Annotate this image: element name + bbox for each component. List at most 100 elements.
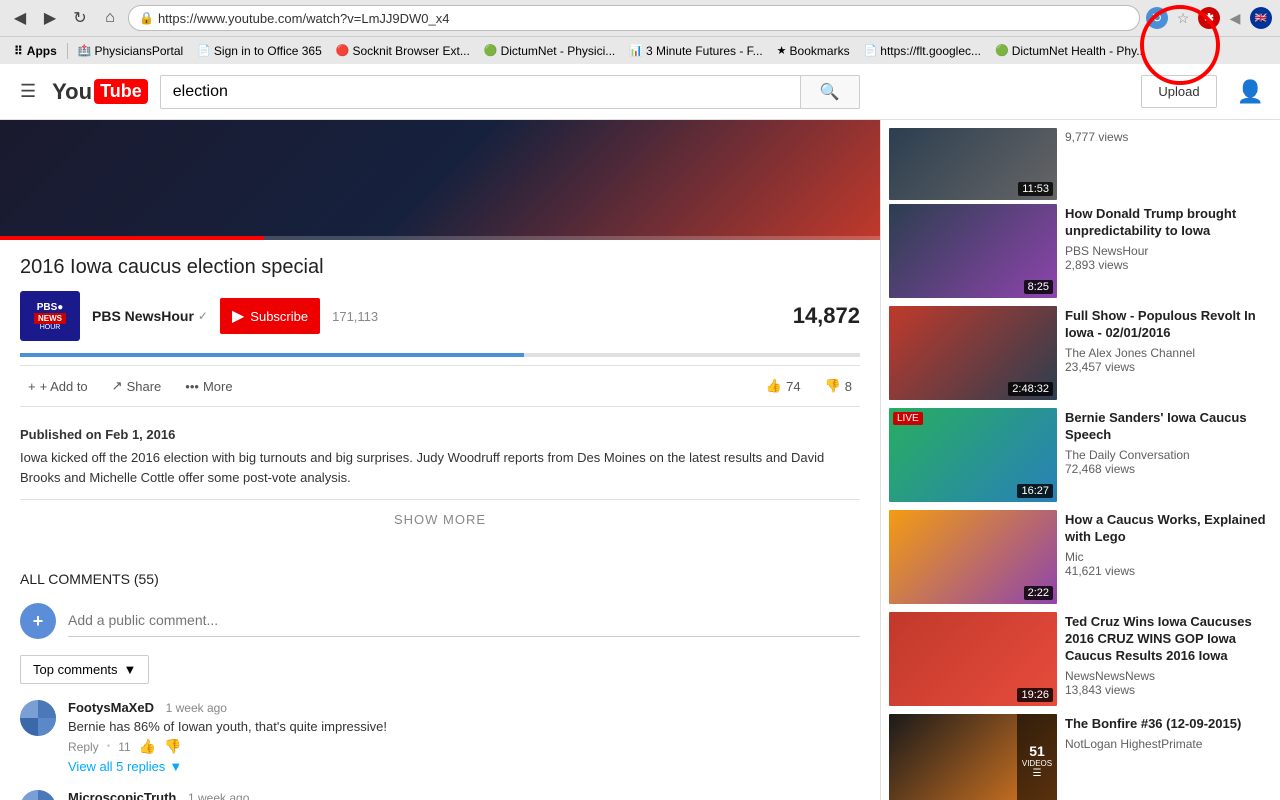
show-more-button[interactable]: SHOW MORE <box>20 499 860 539</box>
bookmark-bookmarks[interactable]: ★ Bookmarks <box>771 42 856 60</box>
sync-icon[interactable]: ↻ <box>1146 7 1168 29</box>
comment-like-count: 11 <box>118 740 130 754</box>
sidebar-views: 41,621 views <box>1065 564 1272 578</box>
sidebar: 11:53 9,777 views 8:25 How Donald Trump … <box>880 120 1280 800</box>
share-button[interactable]: ↗ Share <box>104 374 170 398</box>
comment-username[interactable]: MicroscopicTruth <box>68 790 176 800</box>
video-player[interactable] <box>0 120 880 240</box>
sidebar-video-title: How Donald Trump brought unpredictabilit… <box>1065 206 1272 240</box>
browser-chrome: ◀ ▶ ↻ ⌂ 🔒 https://www.youtube.com/watch?… <box>0 0 1280 64</box>
bookmark-label: 3 Minute Futures - F... <box>646 44 763 58</box>
like-button[interactable]: 👍 74 <box>758 374 809 398</box>
search-input[interactable] <box>160 75 800 109</box>
logo-tube: Tube <box>94 79 148 104</box>
apps-bookmark[interactable]: ⠿ Apps <box>8 42 63 60</box>
channel-info: PBS NewsHour ✓ <box>92 308 208 324</box>
comments-section: ALL COMMENTS (55) + Top comments ▼ <box>0 555 880 800</box>
bookmark-dictumhealth[interactable]: 🟢 DictumNet Health - Phy... <box>989 42 1152 60</box>
star-icon[interactable]: ☆ <box>1172 7 1194 29</box>
reload-button[interactable]: ↻ <box>68 6 92 30</box>
sidebar-video-item[interactable]: 8:25 How Donald Trump brought unpredicta… <box>889 204 1272 298</box>
view-count: 14,872 <box>793 303 860 329</box>
user-icon[interactable]: 👤 <box>1237 79 1264 105</box>
sidebar-channel: The Daily Conversation <box>1065 448 1272 462</box>
upload-button[interactable]: Upload <box>1141 75 1216 108</box>
description-text: Iowa kicked off the 2016 election with b… <box>20 448 860 487</box>
home-button[interactable]: ⌂ <box>98 6 122 30</box>
bookmark-dictumnet[interactable]: 🟢 DictumNet - Physici... <box>478 42 621 60</box>
thumb-duration: 8:25 <box>1024 280 1053 294</box>
bookmark-google[interactable]: 📄 https://flt.googlec... <box>858 42 987 60</box>
sidebar-video-item[interactable]: 11:53 9,777 views <box>889 128 1272 200</box>
bookmark-separator <box>67 43 68 59</box>
bookmark-office365[interactable]: 📄 Sign in to Office 365 <box>191 42 328 60</box>
channel-row: PBS● NEWS HOUR PBS NewsHour ✓ ▶ Subscrib… <box>20 291 860 341</box>
live-badge: LIVE <box>893 412 923 425</box>
extension-icon[interactable]: ✱ <box>1198 7 1220 29</box>
comment-text: Bernie has 86% of Iowan youth, that's qu… <box>68 719 860 734</box>
search-button[interactable]: 🔍 <box>800 75 860 109</box>
sidebar-video-item[interactable]: 2:22 How a Caucus Works, Explained with … <box>889 510 1272 604</box>
youtube-logo[interactable]: You Tube <box>52 79 148 105</box>
sidebar-thumbnail: 19:26 <box>889 612 1057 706</box>
more-button[interactable]: ••• More <box>177 375 240 398</box>
sidebar-video-item[interactable]: LIVE 16:27 Bernie Sanders' Iowa Caucus S… <box>889 408 1272 502</box>
bookmark-socknit[interactable]: 🔴 Socknit Browser Ext... <box>330 42 476 60</box>
view-replies-label: View all 5 replies <box>68 759 165 774</box>
channel-name[interactable]: PBS NewsHour <box>92 308 194 324</box>
video-section: 2016 Iowa caucus election special PBS● N… <box>0 120 880 800</box>
apps-label: Apps <box>27 44 57 58</box>
sidebar-video-info: Full Show - Populous Revolt In Iowa - 02… <box>1065 306 1272 400</box>
flag-icon[interactable]: 🇬🇧 <box>1250 7 1272 29</box>
back-button[interactable]: ◀ <box>8 6 32 30</box>
view-replies-button[interactable]: View all 5 replies ▼ <box>68 759 860 774</box>
search-bar: 🔍 <box>160 75 860 109</box>
avatar-plus-icon: + <box>33 611 44 632</box>
avatar-grid <box>20 790 56 800</box>
bookmark-label: PhysiciansPortal <box>95 44 184 58</box>
comment-username[interactable]: FootysMaXeD <box>68 700 154 715</box>
add-to-label: + Add to <box>40 379 88 394</box>
sort-label: Top comments <box>33 662 118 677</box>
action-dot: • <box>107 741 111 752</box>
more-label: More <box>203 379 233 394</box>
sidebar-views: 9,777 views <box>1065 130 1272 144</box>
sidebar-thumbnail: 51 VIDEOS ☰ <box>889 714 1057 800</box>
bookmark-label: Socknit Browser Ext... <box>352 44 469 58</box>
sidebar-channel: PBS NewsHour <box>1065 244 1272 258</box>
subscribe-button[interactable]: ▶ Subscribe <box>220 298 320 334</box>
dislike-count: 8 <box>845 379 852 394</box>
sidebar-video-item[interactable]: 19:26 Ted Cruz Wins Iowa Caucuses 2016 C… <box>889 612 1272 706</box>
sidebar-video-item[interactable]: 51 VIDEOS ☰ The Bonfire #36 (12-09-2015)… <box>889 714 1272 800</box>
dislike-button[interactable]: 👎 8 <box>817 374 860 398</box>
nav-icon[interactable]: ◀ <box>1224 7 1246 29</box>
bookmark-physicians[interactable]: 🏥 PhysiciansPortal <box>72 42 189 60</box>
chevron-down-icon: ▼ <box>169 759 182 774</box>
channel-logo[interactable]: PBS● NEWS HOUR <box>20 291 80 341</box>
verified-icon: ✓ <box>198 309 208 323</box>
comment-input[interactable] <box>68 603 860 637</box>
address-bar[interactable]: 🔒 https://www.youtube.com/watch?v=LmJJ9D… <box>128 5 1140 31</box>
bookmark-futures[interactable]: 📊 3 Minute Futures - F... <box>623 42 768 60</box>
sort-button[interactable]: Top comments ▼ <box>20 655 149 684</box>
sidebar-thumbnail: 11:53 <box>889 128 1057 200</box>
like-bar-fill <box>20 353 524 357</box>
video-progress-bar[interactable] <box>0 236 880 240</box>
menu-icon[interactable]: ☰ <box>16 77 40 106</box>
sidebar-video-info: 9,777 views <box>1065 128 1272 200</box>
sidebar-thumbnail: LIVE 16:27 <box>889 408 1057 502</box>
comment-like-button[interactable]: 👍 <box>139 738 156 755</box>
sidebar-thumbnail: 2:22 <box>889 510 1057 604</box>
comment-dislike-button[interactable]: 👎 <box>164 738 181 755</box>
bookmark-label: DictumNet Health - Phy... <box>1012 44 1146 58</box>
comment-content: FootysMaXeD 1 week ago Bernie has 86% of… <box>68 700 860 774</box>
add-to-button[interactable]: + + Add to <box>20 375 96 398</box>
bookmark-label: Sign in to Office 365 <box>214 44 322 58</box>
sidebar-video-title: How a Caucus Works, Explained with Lego <box>1065 512 1272 546</box>
sidebar-video-item[interactable]: 2:48:32 Full Show - Populous Revolt In I… <box>889 306 1272 400</box>
reply-button[interactable]: Reply <box>68 740 99 754</box>
google-icon: 📄 <box>864 44 878 57</box>
forward-button[interactable]: ▶ <box>38 6 62 30</box>
thumb-duration: 2:22 <box>1024 586 1053 600</box>
browser-toolbar-icons: ↻ ☆ ✱ ◀ 🇬🇧 <box>1146 7 1272 29</box>
